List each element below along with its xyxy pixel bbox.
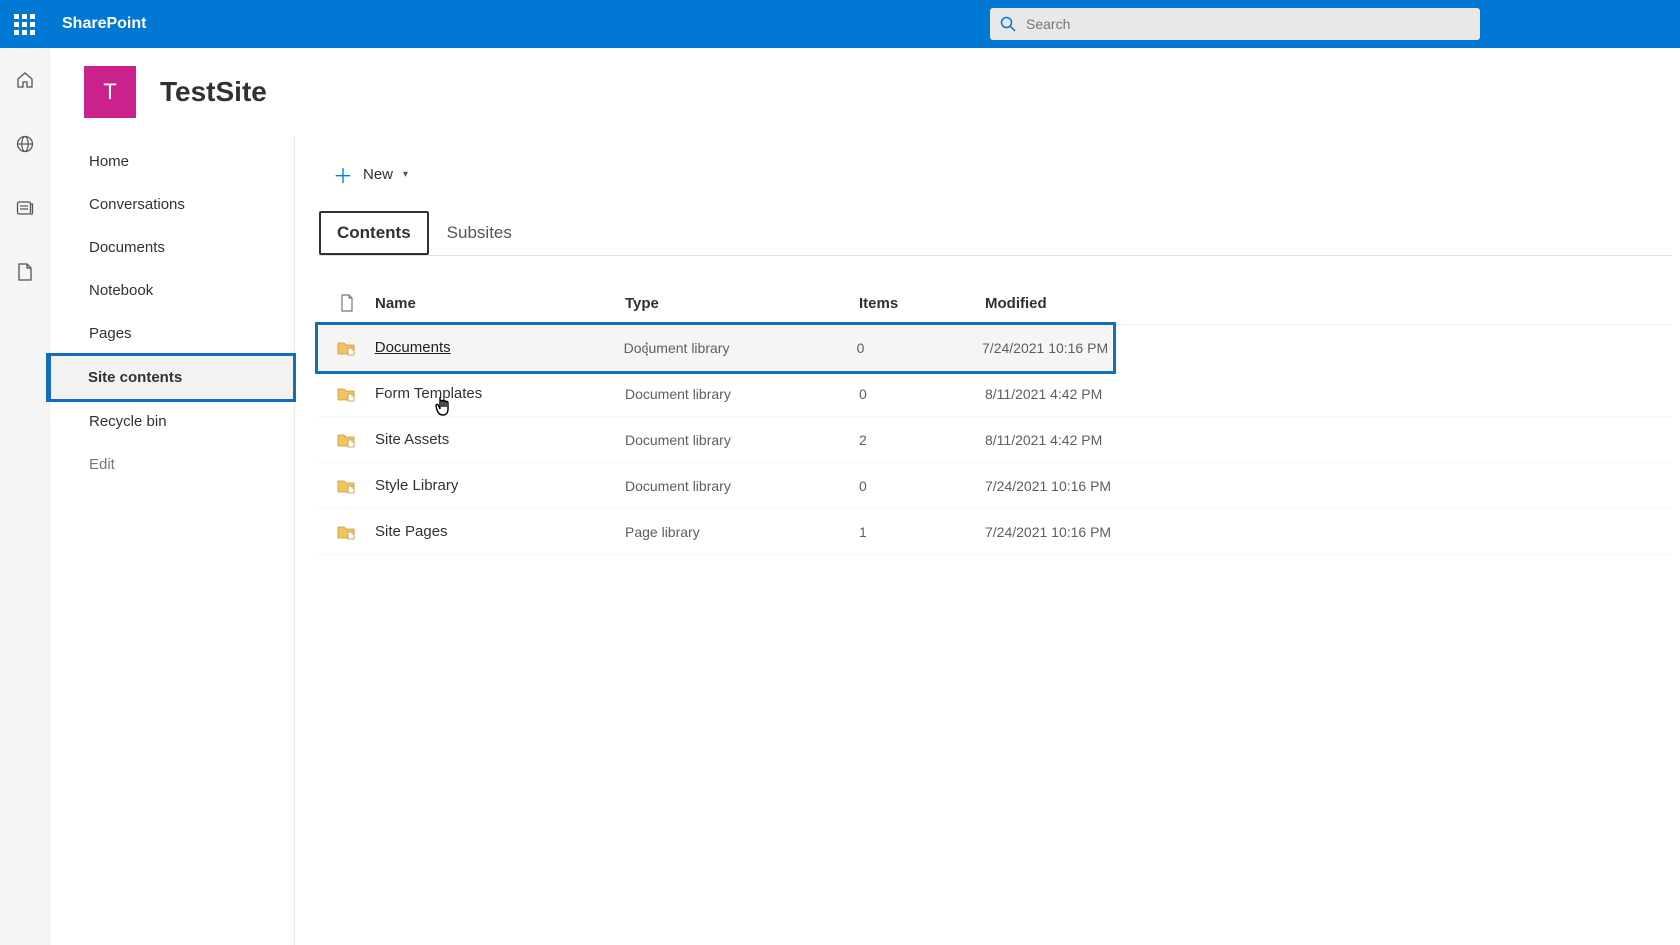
- nav-item-home[interactable]: Home: [50, 140, 294, 183]
- brand-label[interactable]: SharePoint: [48, 15, 146, 33]
- row-items: 1: [859, 524, 985, 540]
- site-title[interactable]: TestSite: [160, 76, 267, 108]
- row-modified: 7/24/2021 10:16 PM: [982, 340, 1112, 356]
- nav-item-conversations[interactable]: Conversations: [50, 183, 294, 226]
- tab-subsites[interactable]: Subsites: [429, 211, 530, 255]
- nav-highlight-annotation: Site contents: [46, 353, 296, 402]
- row-type: Document library: [625, 432, 859, 448]
- column-header-icon[interactable]: [319, 294, 375, 312]
- row-name-link[interactable]: Style Library: [375, 477, 458, 494]
- row-modified: 7/24/2021 10:16 PM: [985, 478, 1115, 494]
- page-main: ＋ New ▾ Contents Subsites Name: [295, 136, 1680, 945]
- library-icon: [319, 523, 375, 541]
- nav-item-pages[interactable]: Pages: [50, 312, 294, 355]
- column-header-modified[interactable]: Modified: [985, 295, 1115, 312]
- row-type: Document library: [625, 478, 859, 494]
- row-items: 0: [857, 340, 982, 356]
- chevron-down-icon: ▾: [403, 169, 408, 180]
- plus-icon: ＋: [333, 160, 353, 189]
- news-icon: [15, 198, 35, 218]
- app-rail: [0, 48, 50, 945]
- list-header: Name Type Items Modified: [319, 284, 1672, 325]
- row-modified: 8/11/2021 4:42 PM: [985, 432, 1115, 448]
- rail-news-button[interactable]: [9, 192, 41, 224]
- library-icon: [319, 339, 375, 357]
- rail-global-button[interactable]: [9, 128, 41, 160]
- new-button[interactable]: ＋ New ▾: [325, 154, 416, 195]
- search-icon: [1000, 16, 1016, 32]
- search-input[interactable]: [1026, 16, 1470, 32]
- suite-header: SharePoint: [0, 0, 1680, 48]
- row-name-link[interactable]: Site Pages: [375, 523, 448, 540]
- list-row[interactable]: Style Library Document library07/24/2021 …: [319, 463, 1672, 509]
- row-items: 0: [859, 386, 985, 402]
- library-icon: [319, 385, 375, 403]
- list-row[interactable]: Site Pages Page library17/24/2021 10:16 P…: [319, 509, 1672, 555]
- globe-icon: [15, 134, 35, 154]
- site-logo[interactable]: T: [84, 66, 136, 118]
- rail-home-button[interactable]: [9, 64, 41, 96]
- tab-contents[interactable]: Contents: [319, 211, 429, 255]
- nav-item-notebook[interactable]: Notebook: [50, 269, 294, 312]
- row-name-link[interactable]: Documents: [375, 339, 451, 356]
- column-header-type[interactable]: Type: [625, 295, 859, 312]
- command-bar: ＋ New ▾: [319, 150, 1672, 211]
- nav-edit-link[interactable]: Edit: [50, 443, 294, 486]
- app-launcher-button[interactable]: [0, 0, 48, 48]
- nav-item-documents[interactable]: Documents: [50, 226, 294, 269]
- row-modified: 8/11/2021 4:42 PM: [985, 386, 1115, 402]
- contents-list: Name Type Items Modified Documents ⋮ Docum…: [319, 284, 1672, 555]
- row-type: Page library: [625, 524, 859, 540]
- document-icon: [340, 294, 354, 312]
- column-header-items[interactable]: Items: [859, 295, 985, 312]
- new-button-label: New: [363, 166, 393, 183]
- column-header-name[interactable]: Name: [375, 295, 625, 312]
- library-icon: [319, 477, 375, 495]
- site-header: T TestSite: [50, 48, 1680, 136]
- list-row[interactable]: Site Assets Document library28/11/2021 4:…: [319, 417, 1672, 463]
- row-more-button[interactable]: ⋮: [635, 339, 659, 359]
- row-items: 2: [859, 432, 985, 448]
- search-box[interactable]: [990, 8, 1480, 40]
- row-items: 0: [859, 478, 985, 494]
- row-type: Document library: [625, 386, 859, 402]
- file-icon: [16, 262, 34, 282]
- nav-item-site-contents[interactable]: Site contents: [49, 356, 293, 399]
- nav-item-recycle-bin[interactable]: Recycle bin: [50, 400, 294, 443]
- waffle-icon: [14, 14, 35, 35]
- list-row[interactable]: Documents⋮Document library07/24/2021 10:…: [319, 325, 1112, 371]
- home-icon: [15, 70, 35, 90]
- rail-files-button[interactable]: [9, 256, 41, 288]
- row-name-link[interactable]: Site Assets: [375, 431, 449, 448]
- left-navigation: Home Conversations Documents Notebook Pa…: [50, 136, 295, 945]
- list-row[interactable]: Form Templates Document library08/11/2021…: [319, 371, 1672, 417]
- tabs: Contents Subsites: [319, 211, 1672, 256]
- row-modified: 7/24/2021 10:16 PM: [985, 524, 1115, 540]
- row-name-link[interactable]: Form Templates: [375, 385, 482, 402]
- library-icon: [319, 431, 375, 449]
